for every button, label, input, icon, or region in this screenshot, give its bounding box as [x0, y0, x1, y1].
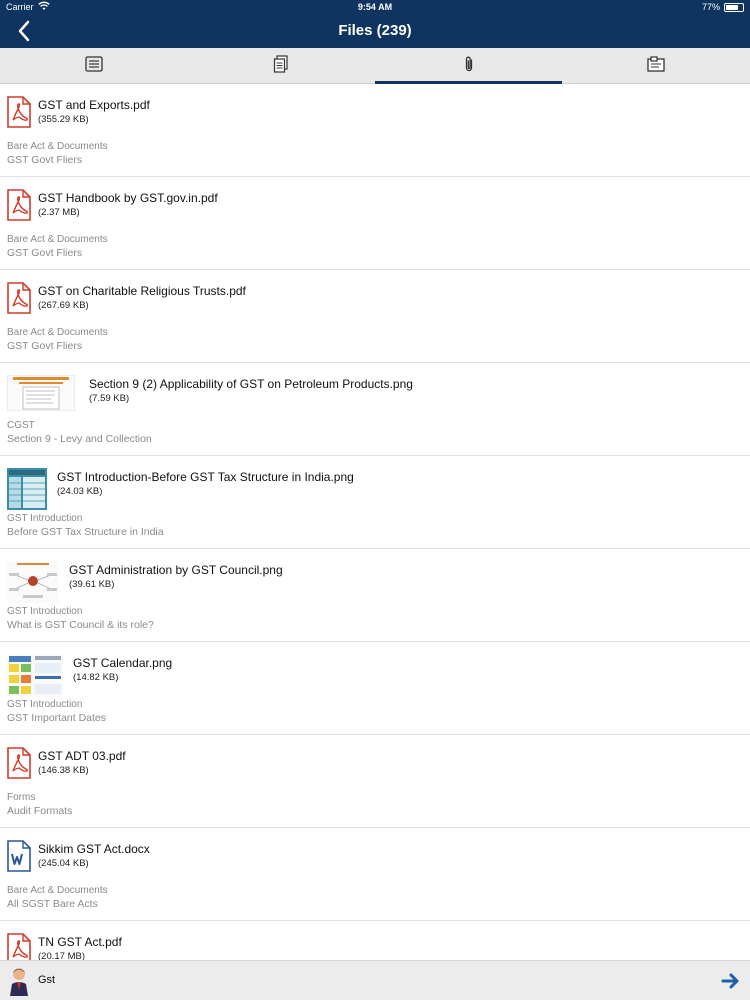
file-category: Bare Act & Documents — [7, 885, 108, 896]
search-query[interactable]: Gst — [38, 974, 55, 986]
tab-list[interactable] — [0, 48, 187, 84]
page-title: Files (239) — [338, 22, 412, 39]
file-list-item[interactable]: GST and Exports.pdf (355.29 KB) Bare Act &… — [0, 84, 750, 177]
status-bar: Carrier 9:54 AM 77% — [0, 0, 750, 14]
tab-attachments[interactable] — [375, 48, 562, 84]
file-subcategory: GST Govt Fliers — [7, 340, 83, 352]
file-name: GST Handbook by GST.gov.in.pdf — [38, 191, 218, 205]
file-name: GST on Charitable Religious Trusts.pdf — [38, 284, 246, 298]
word-file-icon — [7, 840, 31, 877]
file-size: (7.59 KB) — [89, 393, 130, 404]
file-category: Bare Act & Documents — [7, 327, 108, 338]
file-size: (39.61 KB) — [69, 579, 115, 590]
clock: 9:54 AM — [357, 2, 393, 12]
file-name: GST ADT 03.pdf — [38, 749, 126, 763]
file-name: GST Calendar.png — [73, 656, 173, 670]
file-size: (355.29 KB) — [38, 114, 89, 125]
arrow-right-icon[interactable] — [720, 970, 742, 992]
tab-bar — [0, 48, 750, 84]
tab-documents[interactable] — [187, 48, 374, 84]
file-size: (267.69 KB) — [38, 300, 89, 311]
pdf-file-icon — [7, 282, 31, 319]
clipboard-icon — [647, 55, 665, 77]
file-list-item[interactable]: GST Administration by GST Council.png (39… — [0, 549, 750, 642]
paperclip-icon — [463, 55, 475, 78]
avatar[interactable] — [6, 964, 32, 998]
file-size: (245.04 KB) — [38, 858, 89, 869]
file-subcategory: Audit Formats — [7, 805, 73, 817]
image-thumbnail — [7, 468, 47, 515]
file-name: Sikkim GST Act.docx — [38, 842, 150, 856]
file-subcategory: GST Govt Fliers — [7, 247, 83, 259]
file-subcategory: GST Important Dates — [7, 712, 107, 724]
file-name: Section 9 (2) Applicability of GST on Pe… — [89, 377, 413, 391]
file-category: GST Introduction — [7, 513, 83, 524]
file-size: (20.17 MB) — [38, 951, 85, 960]
nav-bar: Files (239) — [0, 14, 750, 48]
file-size: (14.82 KB) — [73, 672, 119, 683]
file-subcategory: All SGST Bare Acts — [7, 898, 98, 910]
file-category: Bare Act & Documents — [7, 234, 108, 245]
image-thumbnail — [7, 561, 59, 608]
file-list-item[interactable]: Section 9 (2) Applicability of GST on Pe… — [0, 363, 750, 456]
file-list-item[interactable]: GST ADT 03.pdf (146.38 KB) Forms Audit Form… — [0, 735, 750, 828]
file-size: (146.38 KB) — [38, 765, 89, 776]
file-size: (24.03 KB) — [57, 486, 103, 497]
file-category: GST Introduction — [7, 606, 83, 617]
image-thumbnail — [6, 374, 76, 416]
file-list-item[interactable]: GST Introduction-Before GST Tax Structur… — [0, 456, 750, 549]
list-icon — [84, 55, 103, 77]
file-name: GST Administration by GST Council.png — [69, 563, 283, 577]
file-category: GST Introduction — [7, 699, 83, 710]
image-thumbnail — [7, 654, 63, 701]
file-category: CGST — [7, 420, 35, 431]
file-name: GST Introduction-Before GST Tax Structur… — [57, 470, 354, 484]
file-category: Bare Act & Documents — [7, 141, 108, 152]
file-list-item[interactable]: Sikkim GST Act.docx (245.04 KB) Bare Act &… — [0, 828, 750, 921]
pdf-file-icon — [7, 933, 31, 960]
file-size: (2.37 MB) — [38, 207, 80, 218]
file-category: Forms — [7, 792, 36, 803]
tab-clipboard[interactable] — [562, 48, 750, 84]
battery-icon — [724, 3, 744, 12]
file-list-item[interactable]: GST on Charitable Religious Trusts.pdf (2… — [0, 270, 750, 363]
file-name: TN GST Act.pdf — [38, 935, 122, 949]
pdf-file-icon — [7, 747, 31, 784]
file-list: GST and Exports.pdf (355.29 KB) Bare Act &… — [0, 84, 750, 960]
file-subcategory: GST Govt Fliers — [7, 154, 83, 166]
pdf-file-icon — [7, 189, 31, 226]
bottom-search-bar: Gst — [0, 960, 750, 1000]
file-list-item[interactable]: GST Calendar.png (14.82 KB) GST Introducti… — [0, 642, 750, 735]
file-subcategory: What is GST Council & its role? — [7, 619, 154, 631]
file-list-item[interactable]: TN GST Act.pdf (20.17 MB) — [0, 921, 750, 960]
file-subcategory: Before GST Tax Structure in India — [7, 526, 164, 538]
file-subcategory: Section 9 - Levy and Collection — [7, 433, 152, 445]
pdf-file-icon — [7, 96, 31, 133]
battery-percent: 77% — [701, 2, 720, 12]
file-name: GST and Exports.pdf — [38, 98, 150, 112]
documents-icon — [273, 54, 289, 78]
file-list-item[interactable]: GST Handbook by GST.gov.in.pdf (2.37 MB) B… — [0, 177, 750, 270]
